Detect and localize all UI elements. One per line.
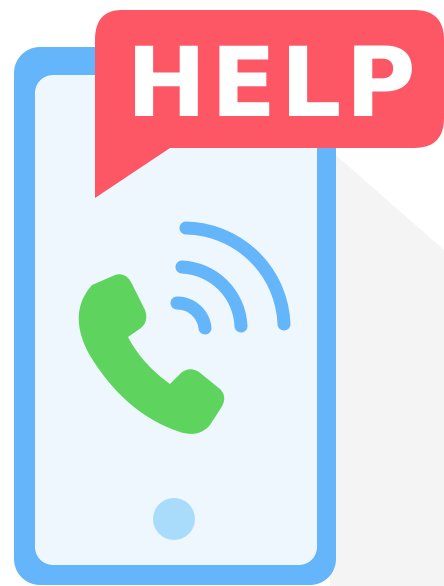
home-button-icon (153, 498, 195, 540)
phone-screen (35, 75, 317, 565)
help-call-illustration: HELP (14, 10, 444, 586)
long-shadow (330, 150, 444, 586)
help-label: HELP (126, 27, 419, 139)
